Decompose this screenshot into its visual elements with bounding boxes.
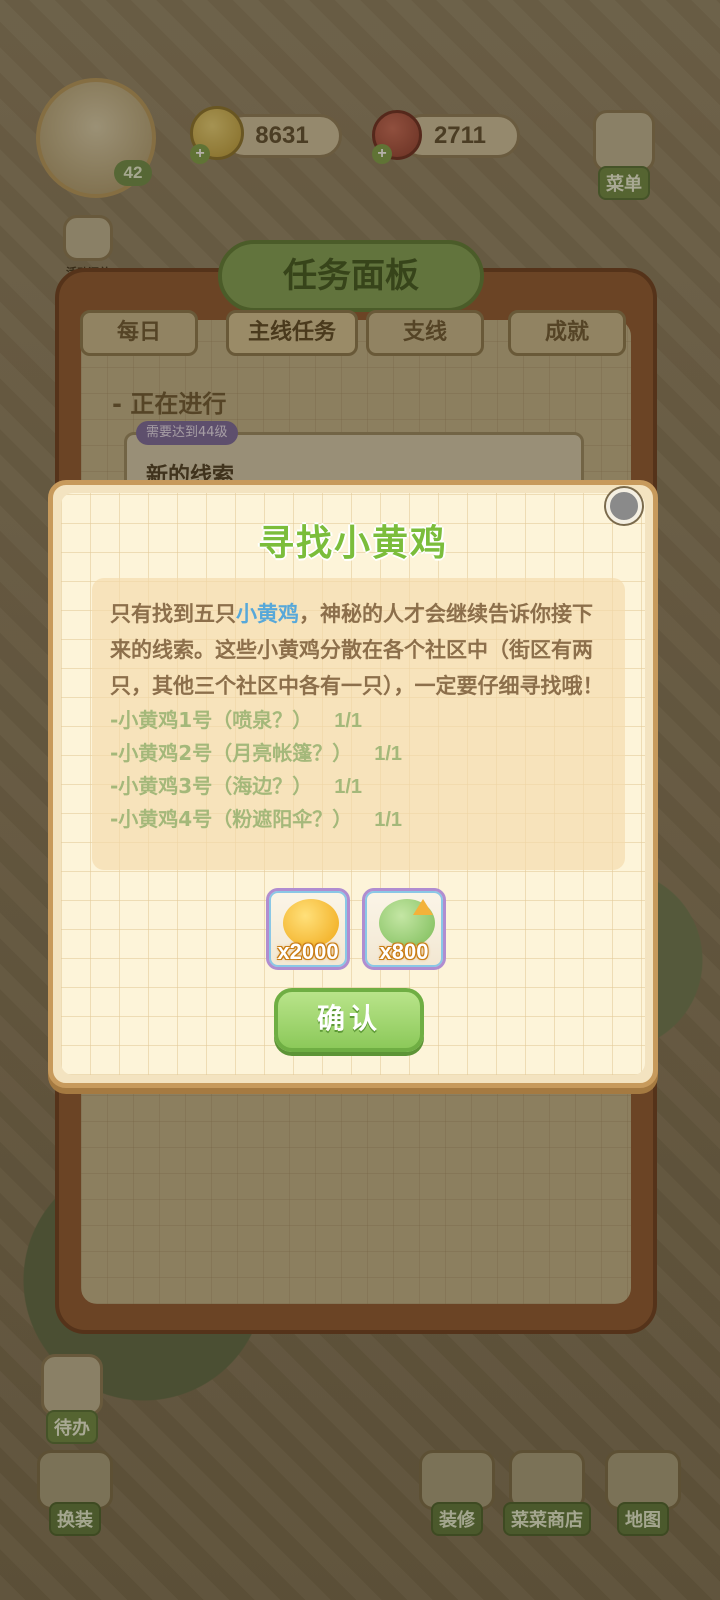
- clue-progress: 1/1: [334, 776, 363, 798]
- clue-progress: 1/1: [374, 809, 403, 831]
- clue-item: -小黄鸡4号（粉遮阳伞？） 1/1: [110, 803, 607, 836]
- reward-gold-coins[interactable]: x2000: [266, 888, 350, 970]
- clue-list: -小黄鸡1号（喷泉？） 1/1 -小黄鸡2号（月亮帐篷？） 1/1 -小黄鸡3号（海…: [110, 704, 607, 836]
- reward-vegetable-upgrade[interactable]: x800: [362, 888, 446, 970]
- quest-description: 只有找到五只小黄鸡，神秘的人才会继续告诉你接下来的线索。这些小黄鸡分散在各个社区…: [110, 596, 607, 836]
- clue-progress: 1/1: [334, 710, 363, 732]
- clue-item: -小黄鸡1号（喷泉？） 1/1: [110, 704, 607, 737]
- desc-highlight: 小黄鸡: [236, 602, 299, 626]
- reward-amount: x2000: [277, 939, 339, 964]
- clue-text: -小黄鸡1号（喷泉？）: [110, 708, 313, 732]
- clue-progress: 1/1: [374, 743, 403, 765]
- reward-amount: x800: [379, 939, 429, 964]
- modal-title: 寻找小黄鸡: [257, 523, 448, 564]
- upgrade-arrow-icon: [413, 899, 433, 915]
- clue-item: -小黄鸡2号（月亮帐篷？） 1/1: [110, 737, 607, 770]
- clue-text: -小黄鸡3号（海边？）: [110, 774, 313, 798]
- quest-description-box[interactable]: 只有找到五只小黄鸡，神秘的人才会继续告诉你接下来的线索。这些小黄鸡分散在各个社区…: [92, 578, 625, 870]
- clue-text: -小黄鸡2号（月亮帐篷？）: [110, 741, 353, 765]
- clue-item: -小黄鸡3号（海边？） 1/1: [110, 770, 607, 803]
- desc-before: 只有找到五只: [110, 602, 236, 626]
- clue-text: -小黄鸡4号（粉遮阳伞？）: [110, 807, 353, 831]
- confirm-button[interactable]: 确认: [274, 988, 424, 1052]
